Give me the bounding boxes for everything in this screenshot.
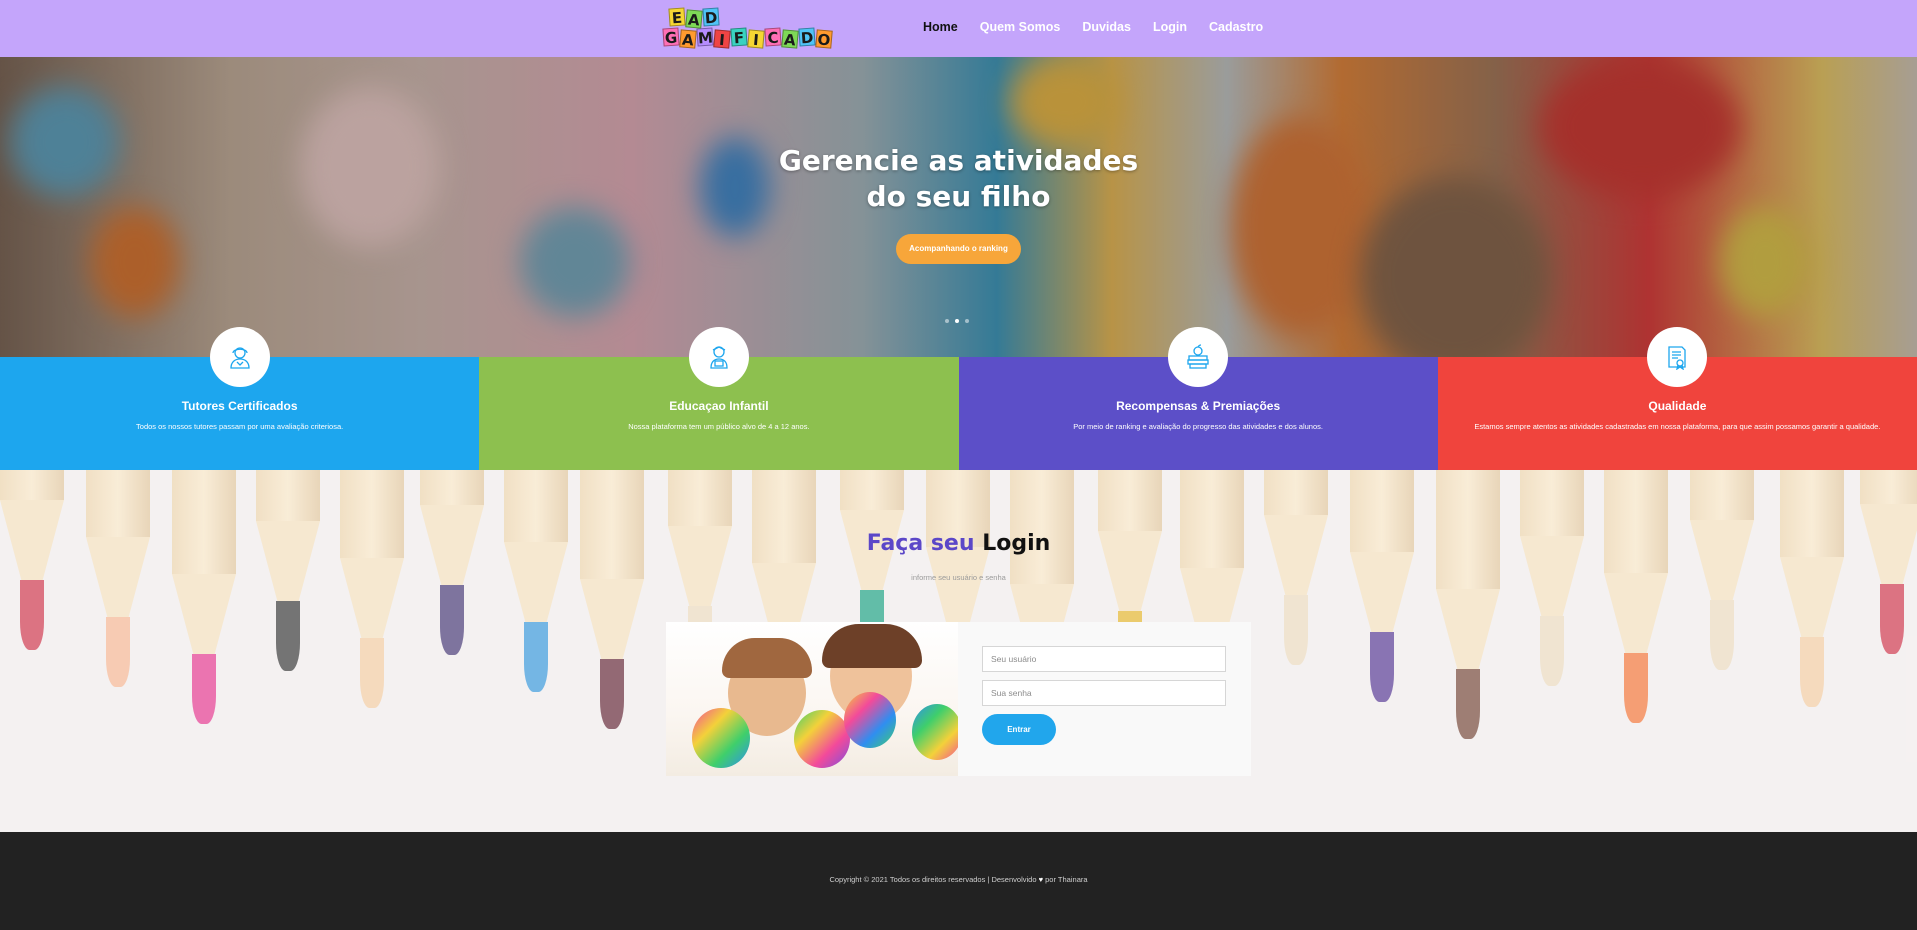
logo-letter-tile: A <box>679 29 697 49</box>
password-input[interactable] <box>982 680 1226 706</box>
logo-row-1: EAD <box>668 7 720 29</box>
feature-title: Recompensas & Premiações <box>1116 399 1281 413</box>
ranking-button[interactable]: Acompanhando o ranking <box>896 234 1021 264</box>
logo-letter-tile: A <box>685 9 703 29</box>
nav-quem-somos[interactable]: Quem Somos <box>980 18 1061 36</box>
heart-icon: ♥ <box>1038 875 1044 884</box>
site-footer: Copyright © 2021 Todos os direitos reser… <box>0 832 1917 930</box>
feature-title: Tutores Certificados <box>181 399 298 413</box>
slider-dot[interactable] <box>945 319 949 323</box>
logo-letter-tile: I <box>747 29 765 49</box>
painted-hand <box>794 710 850 768</box>
painted-hand <box>844 692 896 748</box>
feature-recompensas: Recompensas & Premiações Por meio de ran… <box>958 327 1438 470</box>
copyright-author: por Thainara <box>1045 875 1088 884</box>
feature-text: Nossa plataforma tem um público alvo de … <box>628 422 810 431</box>
feature-text: Todos os nossos tutores passam por uma a… <box>136 422 344 431</box>
feature-tutores: Tutores Certificados Todos os nossos tut… <box>0 327 480 470</box>
logo-letter-tile: I <box>713 29 731 49</box>
painted-hand <box>692 708 750 768</box>
copyright-text: Copyright © 2021 Todos os direitos reser… <box>0 875 1917 885</box>
login-section: Faça seu Login informe seu usuário e sen… <box>0 470 1917 832</box>
kids-painted-hands-image <box>666 622 958 776</box>
hero-slider: Gerencie as atividades do seu filho Acom… <box>0 57 1917 357</box>
logo-letter-tile: D <box>702 7 720 28</box>
logo-letter-tile: D <box>798 27 816 48</box>
ead-gamificado-logo[interactable]: EAD GAMIFICADO <box>662 7 833 50</box>
feature-educacao: Educaçao Infantil Nossa plataforma tem u… <box>479 327 959 470</box>
logo-letter-tile: E <box>668 7 686 27</box>
hero-title-line-2: do seu filho <box>866 180 1051 213</box>
kid-hair-right <box>822 624 922 668</box>
books-apple-icon <box>1168 327 1229 387</box>
username-input[interactable] <box>982 646 1226 672</box>
copyright-prefix: Copyright © 2021 Todos os direitos reser… <box>829 875 1037 884</box>
logo-letter-tile: O <box>815 29 833 50</box>
feature-title: Qualidade <box>1648 399 1707 413</box>
student-icon <box>688 327 749 387</box>
logo-letter-tile: A <box>781 29 799 49</box>
features-row: Tutores Certificados Todos os nossos tut… <box>0 327 1917 470</box>
certificate-icon <box>1647 327 1708 387</box>
hero-title-line-1: Gerencie as atividades <box>778 144 1139 177</box>
hero-title: Gerencie as atividades do seu filho <box>0 143 1917 215</box>
feature-text: Por meio de ranking e avaliação do progr… <box>1073 422 1323 431</box>
nav-duvidas[interactable]: Duvidas <box>1082 18 1131 36</box>
login-submit-button[interactable]: Entrar <box>982 714 1056 745</box>
feature-qualidade: Qualidade Estamos sempre atentos as ativ… <box>1437 327 1917 470</box>
logo-letter-tile: G <box>662 27 680 48</box>
nav-login[interactable]: Login <box>1153 18 1187 36</box>
slider-dots <box>945 319 969 323</box>
slider-dot[interactable] <box>965 319 969 323</box>
login-card: Entrar <box>666 622 1251 776</box>
login-subtitle: informe seu usuário e senha <box>911 573 1006 582</box>
kid-hair-left <box>722 638 812 678</box>
main-nav: Home Quem Somos Duvidas Login Cadastro <box>923 18 1285 36</box>
nav-home[interactable]: Home <box>923 18 958 36</box>
painted-hand <box>912 704 958 760</box>
login-title-highlight: Faça seu <box>866 531 975 556</box>
site-header: EAD GAMIFICADO Home Quem Somos Duvidas L… <box>0 0 1917 57</box>
logo-letter-tile: F <box>730 27 748 47</box>
feature-title: Educaçao Infantil <box>669 399 769 413</box>
slider-dot-active[interactable] <box>955 319 959 323</box>
login-title: Faça seu Login <box>0 530 1917 558</box>
tutor-icon <box>209 327 270 387</box>
nav-cadastro[interactable]: Cadastro <box>1209 18 1263 36</box>
logo-letter-tile: M <box>696 27 714 48</box>
logo-row-2: GAMIFICADO <box>662 27 833 50</box>
login-title-rest: Login <box>982 531 1051 556</box>
feature-text: Estamos sempre atentos as atividades cad… <box>1474 422 1881 431</box>
logo-letter-tile: C <box>764 27 782 47</box>
